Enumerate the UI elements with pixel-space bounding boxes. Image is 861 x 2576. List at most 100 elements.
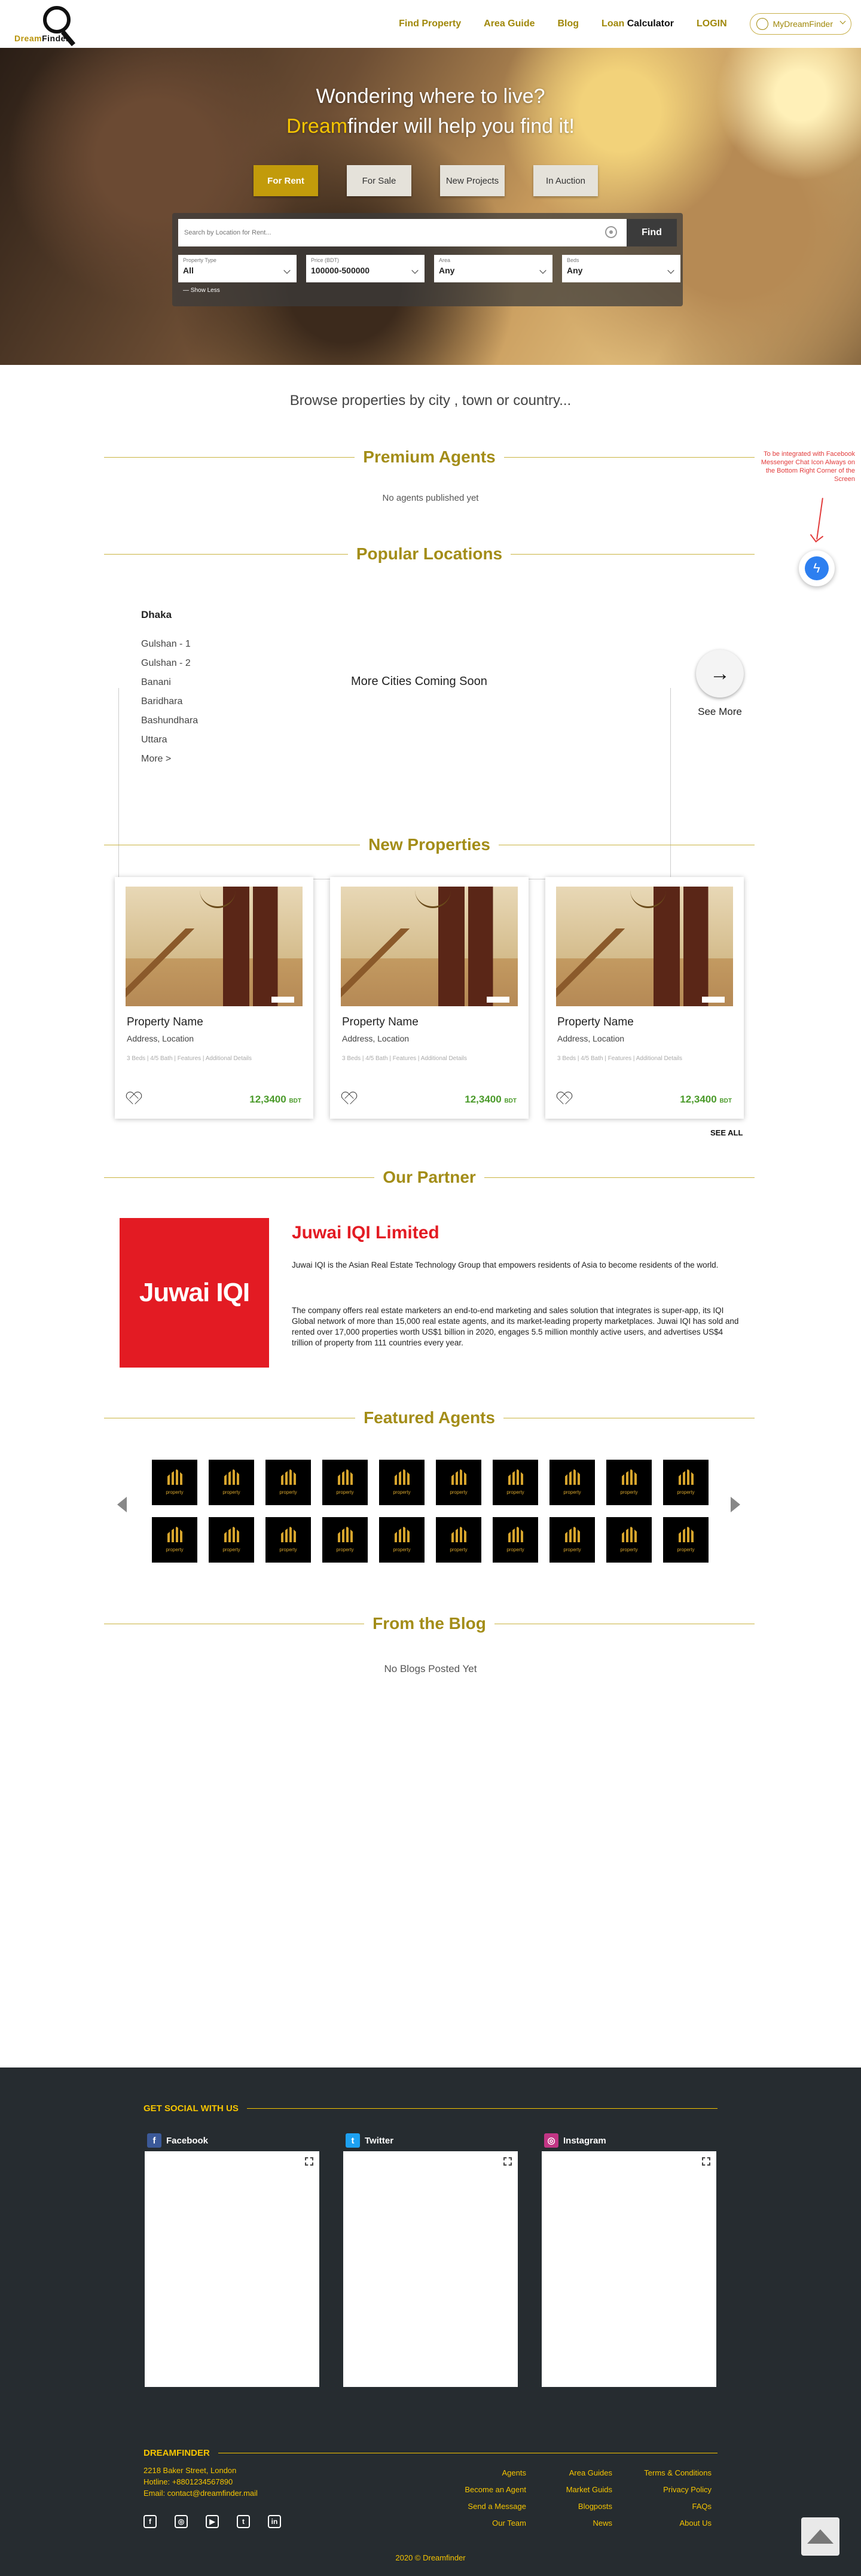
property-details: 3 Beds | 4/5 Bath | Features | Additiona… [342, 1055, 468, 1062]
site-logo[interactable]: DreamFinder [14, 5, 80, 47]
area-list: Gulshan - 1 Gulshan - 2 Banani Baridhara… [141, 639, 198, 773]
building-icon [679, 1527, 694, 1542]
footer-link[interactable]: Terms & Conditions [622, 2465, 712, 2481]
youtube-icon[interactable]: ▶ [206, 2515, 219, 2528]
footer-brand-heading: DREAMFINDER [144, 2448, 718, 2458]
more-areas-link[interactable]: More > [141, 754, 198, 773]
instagram-heading: ◎ Instagram [544, 2133, 606, 2148]
agent-logo[interactable]: property [493, 1460, 538, 1505]
show-less-toggle[interactable]: — Show Less [183, 287, 220, 294]
agent-logo[interactable]: property [436, 1517, 481, 1563]
area-link[interactable]: Bashundhara [141, 715, 198, 735]
tab-new-projects[interactable]: New Projects [440, 165, 505, 196]
agent-logo[interactable]: property [322, 1460, 368, 1505]
location-search-input[interactable] [178, 219, 627, 246]
footer-link[interactable]: Send a Message [454, 2498, 526, 2515]
agent-logo[interactable]: property [152, 1460, 197, 1505]
price-select[interactable]: Price (BDT) 100000-500000 [306, 255, 425, 282]
agent-logo[interactable]: property [152, 1517, 197, 1563]
area-select[interactable]: Area Any [434, 255, 552, 282]
twitter-icon[interactable]: t [237, 2515, 250, 2528]
messenger-chat-button[interactable]: ϟ [799, 550, 835, 586]
heart-icon[interactable] [557, 1092, 572, 1106]
agent-logo[interactable]: property [663, 1460, 709, 1505]
site-footer: GET SOCIAL WITH US f Facebook t Twitter ◎ I… [0, 2068, 861, 2576]
footer-link[interactable]: About Us [622, 2515, 712, 2532]
social-heading: GET SOCIAL WITH US [144, 2103, 718, 2114]
tab-for-sale[interactable]: For Sale [347, 165, 411, 196]
carousel-prev-icon[interactable] [117, 1497, 127, 1512]
area-link[interactable]: Uttara [141, 735, 198, 754]
footer-link[interactable]: Market Guids [538, 2481, 612, 2498]
find-button[interactable]: Find [627, 219, 677, 246]
agent-logo[interactable]: property [606, 1517, 652, 1563]
see-more-button[interactable]: → [696, 650, 744, 698]
agent-logo[interactable]: property [606, 1460, 652, 1505]
footer-link[interactable]: Agents [454, 2465, 526, 2481]
agent-logo[interactable]: property [265, 1517, 311, 1563]
agent-logo[interactable]: property [663, 1517, 709, 1563]
nav-loan-calculator[interactable]: Loan Calculator [602, 19, 674, 29]
area-link[interactable]: Baridhara [141, 696, 198, 715]
footer-link[interactable]: News [538, 2515, 612, 2532]
nav-find-property[interactable]: Find Property [399, 19, 461, 29]
building-icon [224, 1469, 240, 1485]
footer-link[interactable]: Privacy Policy [622, 2481, 712, 2498]
agent-logo[interactable]: property [322, 1517, 368, 1563]
heart-icon[interactable] [127, 1092, 141, 1106]
scroll-to-top-button[interactable] [801, 2517, 839, 2556]
agent-logo[interactable]: property [209, 1460, 254, 1505]
expand-icon[interactable] [305, 2157, 313, 2166]
property-card[interactable]: Property Name Address, Location 3 Beds |… [115, 877, 313, 1119]
property-type-select[interactable]: Property Type All [178, 255, 297, 282]
nav-area-guide[interactable]: Area Guide [484, 19, 535, 29]
carousel-next-icon[interactable] [731, 1497, 740, 1512]
area-link[interactable]: Banani [141, 677, 198, 696]
browse-heading: Browse properties by city , town or coun… [289, 392, 572, 409]
instagram-icon[interactable]: ◎ [175, 2515, 188, 2528]
footer-link[interactable]: Become an Agent [454, 2481, 526, 2498]
locate-icon[interactable] [605, 226, 617, 238]
arrow-up-icon [807, 2529, 833, 2544]
footer-links-guides: Area Guides Market Guids Blogposts News [538, 2465, 612, 2532]
expand-icon[interactable] [503, 2157, 512, 2166]
property-card[interactable]: Property Name Address, Location 3 Beds |… [330, 877, 529, 1119]
agent-logo-label: property [563, 1490, 581, 1495]
tab-for-rent[interactable]: For Rent [254, 165, 318, 196]
city-name: Dhaka [141, 609, 172, 620]
arrow-right-icon: → [710, 662, 730, 685]
agent-logo[interactable]: property [379, 1517, 425, 1563]
see-more-label[interactable]: See More [691, 706, 749, 718]
footer-link[interactable]: FAQs [622, 2498, 712, 2515]
see-all-link[interactable]: SEE ALL [710, 1128, 743, 1137]
agent-logo[interactable]: property [493, 1517, 538, 1563]
agent-logo[interactable]: property [209, 1517, 254, 1563]
linkedin-icon[interactable]: in [268, 2515, 281, 2528]
expand-icon[interactable] [702, 2157, 710, 2166]
facebook-icon[interactable]: f [144, 2515, 157, 2528]
area-link[interactable]: Gulshan - 1 [141, 639, 198, 658]
tab-in-auction[interactable]: In Auction [533, 165, 598, 196]
building-icon [451, 1527, 467, 1542]
footer-link[interactable]: Our Team [454, 2515, 526, 2532]
beds-select[interactable]: Beds Any [562, 255, 680, 282]
footer-link[interactable]: Blogposts [538, 2498, 612, 2515]
heart-icon[interactable] [342, 1092, 356, 1106]
agent-logo[interactable]: property [436, 1460, 481, 1505]
agent-logo[interactable]: property [379, 1460, 425, 1505]
footer-link[interactable]: Area Guides [538, 2465, 612, 2481]
agent-logo-label: property [450, 1547, 468, 1552]
building-icon [167, 1527, 183, 1542]
nav-login[interactable]: LOGIN [697, 19, 727, 29]
agent-logo-label: property [279, 1547, 297, 1552]
account-dropdown[interactable]: MyDreamFinder [749, 13, 851, 35]
agent-logo-label: property [563, 1547, 581, 1552]
property-name: Property Name [557, 1016, 634, 1028]
agent-logo[interactable]: property [549, 1460, 595, 1505]
agent-logo-label: property [222, 1547, 240, 1552]
nav-blog[interactable]: Blog [558, 19, 579, 29]
agent-logo[interactable]: property [265, 1460, 311, 1505]
area-link[interactable]: Gulshan - 2 [141, 658, 198, 677]
agent-logo[interactable]: property [549, 1517, 595, 1563]
property-card[interactable]: Property Name Address, Location 3 Beds |… [545, 877, 744, 1119]
